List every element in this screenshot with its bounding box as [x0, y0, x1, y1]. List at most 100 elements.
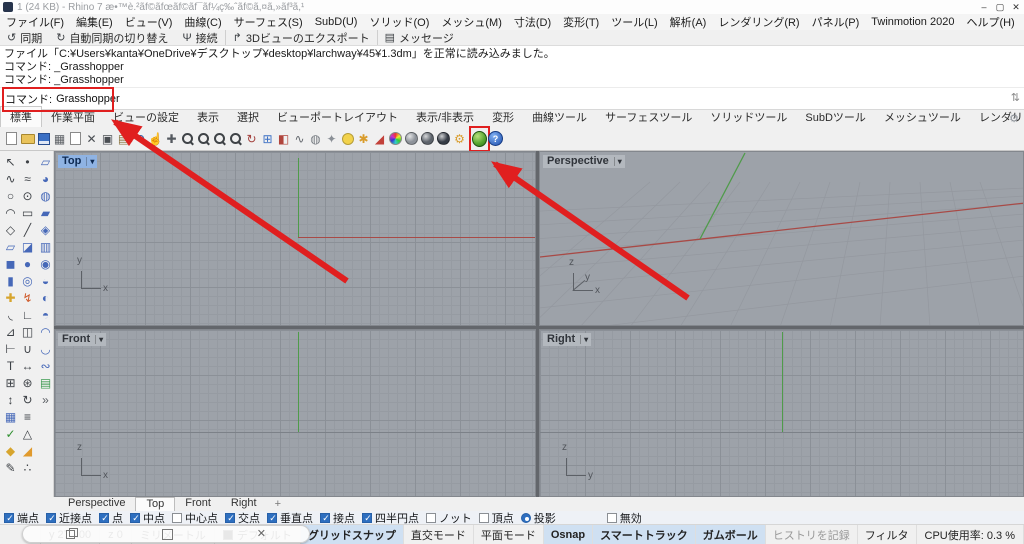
checkbox-icon[interactable] [130, 512, 141, 524]
srf-sphere-icon[interactable]: ◕ [37, 170, 54, 187]
properties-icon[interactable] [68, 129, 83, 149]
extend-tool-icon[interactable]: ⊢ [2, 340, 19, 357]
point-tool-icon[interactable]: • [19, 153, 36, 170]
menu-item[interactable]: 寸法(D) [508, 14, 557, 30]
boolean-flash-tool-icon[interactable]: ↯ [19, 289, 36, 306]
toolbar-tab[interactable]: サーフェスツール [596, 107, 701, 127]
maximize-button[interactable]: ▢ [992, 1, 1008, 14]
zoom-selected-icon[interactable] [212, 129, 227, 149]
hide-objects-icon[interactable]: ◍ [308, 129, 323, 149]
toolbar-tab[interactable]: 標準 [0, 106, 42, 127]
statusbar-toggle[interactable]: 平面モード [474, 525, 544, 544]
join-tool-icon[interactable]: ∪ [19, 340, 36, 357]
add-viewport-icon[interactable]: + [275, 498, 281, 510]
viewport-menu-arrow-icon[interactable]: ▾ [580, 334, 588, 344]
blend-srf-icon[interactable]: ∾ [37, 357, 54, 374]
zoom-extents-icon[interactable] [228, 129, 243, 149]
toolbar-tab[interactable]: ビューの設定 [104, 107, 188, 127]
check-tool-icon[interactable]: ✓ [2, 425, 19, 442]
menu-item[interactable]: パネル(P) [806, 14, 866, 30]
polygon-tool-icon[interactable]: ◇ [2, 221, 19, 238]
toolbar-tab[interactable]: 曲線ツール [523, 107, 596, 127]
menu-item[interactable]: 編集(E) [70, 14, 119, 30]
wedge-tool-icon[interactable]: ◢ [19, 442, 36, 459]
viewport-menu-arrow-icon[interactable]: ▾ [86, 156, 94, 166]
display-monitor-icon[interactable]: ▤ [37, 374, 54, 391]
loft-icon[interactable]: ◈ [37, 221, 54, 238]
toolbar-tab[interactable]: メッシュツール [875, 107, 970, 127]
layer-state-icon[interactable]: ✱ [356, 129, 371, 149]
checkbox-icon[interactable] [320, 512, 331, 524]
checkbox-icon[interactable] [520, 512, 531, 523]
rotate-tool-icon[interactable]: ↻ [19, 391, 36, 408]
checkbox-icon[interactable] [267, 512, 278, 524]
sync-button[interactable]: ↺ 同期 [0, 30, 49, 45]
toolbar-tab[interactable]: 作業平面 [42, 107, 104, 127]
checkbox-icon[interactable] [362, 512, 373, 524]
statusbar-toggle[interactable]: ヒストリを記録 [766, 525, 858, 544]
analyze-tool-icon[interactable]: △ [19, 425, 36, 442]
revolve-icon[interactable]: ◉ [37, 255, 54, 272]
menu-item[interactable]: 変形(T) [557, 14, 605, 30]
line-tool-icon[interactable]: ╱ [19, 221, 36, 238]
set-view-icon[interactable]: ◧ [276, 129, 291, 149]
menu-item[interactable]: メッシュ(M) [435, 14, 508, 30]
menu-item[interactable]: ビュー(V) [119, 14, 179, 30]
checkbox-icon[interactable] [172, 512, 182, 523]
menu-item[interactable]: レンダリング(R) [712, 14, 805, 30]
copy-icon[interactable]: ▣ [100, 129, 115, 149]
connect-button[interactable]: Ψ 接続 [175, 30, 224, 45]
rotate-view-icon[interactable]: ↻ [244, 129, 259, 149]
toolbar-tab[interactable]: 変形 [483, 107, 523, 127]
auto-sync-toggle-button[interactable]: ↻ 自動同期の切り替え [49, 30, 175, 45]
statusbar-toggle[interactable]: フィルタ [858, 525, 917, 544]
checkbox-icon[interactable] [478, 512, 489, 523]
pan-icon[interactable]: ☝ [148, 129, 163, 149]
select-tool-icon[interactable]: ↖ [2, 153, 19, 170]
menu-item[interactable]: ファイル(F) [0, 14, 70, 30]
fillet-tool-icon[interactable]: ◟ [2, 306, 19, 323]
lightbulb-icon[interactable] [340, 129, 355, 149]
lock-objects-icon[interactable]: ✦ [324, 129, 339, 149]
viewport-perspective[interactable]: Perspective ▾ z y x [539, 151, 1024, 326]
torus-tool-icon[interactable]: ◎ [19, 272, 36, 289]
grasshopper-icon[interactable] [469, 125, 490, 152]
shaded-display-icon[interactable] [420, 129, 435, 149]
points-tool-icon[interactable]: ∴ [19, 459, 36, 476]
toolbar-tab[interactable]: 表示 [188, 107, 228, 127]
move-icon[interactable]: ✚ [164, 129, 179, 149]
save-icon[interactable] [36, 129, 51, 149]
srf-point-icon[interactable]: ◓ [37, 306, 54, 323]
viewport-perspective-label[interactable]: Perspective ▾ [543, 155, 625, 168]
render-wedge-icon[interactable]: ◢ [372, 129, 387, 149]
help-icon[interactable] [488, 129, 503, 149]
patch-icon[interactable]: ◍ [37, 187, 54, 204]
open-file-icon[interactable] [20, 129, 35, 149]
zoom-window-icon[interactable] [196, 129, 211, 149]
minimize-button[interactable]: – [976, 1, 992, 14]
checkbox-icon[interactable] [426, 512, 436, 523]
layers-tool-icon[interactable]: ≡ [19, 408, 36, 425]
overlay-maximize-icon[interactable] [146, 526, 186, 542]
statusbar-toggle[interactable]: スマートトラック [593, 525, 696, 544]
cylinder-tool-icon[interactable]: ▮ [2, 272, 19, 289]
viewport-layout-icon[interactable]: ⊞ [260, 129, 275, 149]
menu-item[interactable]: 解析(A) [664, 14, 713, 30]
paste-icon[interactable]: ▤ [116, 129, 131, 149]
surface-tool-icon[interactable]: ▱ [2, 238, 19, 255]
print-icon[interactable]: ▦ [52, 129, 67, 149]
curve-tool-icon[interactable]: ∿ [2, 170, 19, 187]
menu-item[interactable]: サーフェス(S) [228, 14, 309, 30]
ellipse-tool-icon[interactable]: ⊙ [19, 187, 36, 204]
viewport-menu-arrow-icon[interactable]: ▾ [95, 334, 103, 344]
viewport-top[interactable]: Top ▾ y x [54, 151, 536, 326]
more-tools-icon[interactable]: » [37, 391, 54, 408]
rendered-display-icon[interactable] [436, 129, 451, 149]
color-wheel-icon[interactable] [388, 129, 403, 149]
viewport-right-label[interactable]: Right ▾ [543, 333, 592, 346]
toolbar-tab[interactable]: 表示/非表示 [407, 107, 483, 127]
viewport-front-label[interactable]: Front ▾ [58, 333, 107, 346]
cut-icon[interactable]: ✕ [84, 129, 99, 149]
checkbox-icon[interactable] [606, 512, 617, 523]
text-tool-icon[interactable]: T [2, 357, 19, 374]
